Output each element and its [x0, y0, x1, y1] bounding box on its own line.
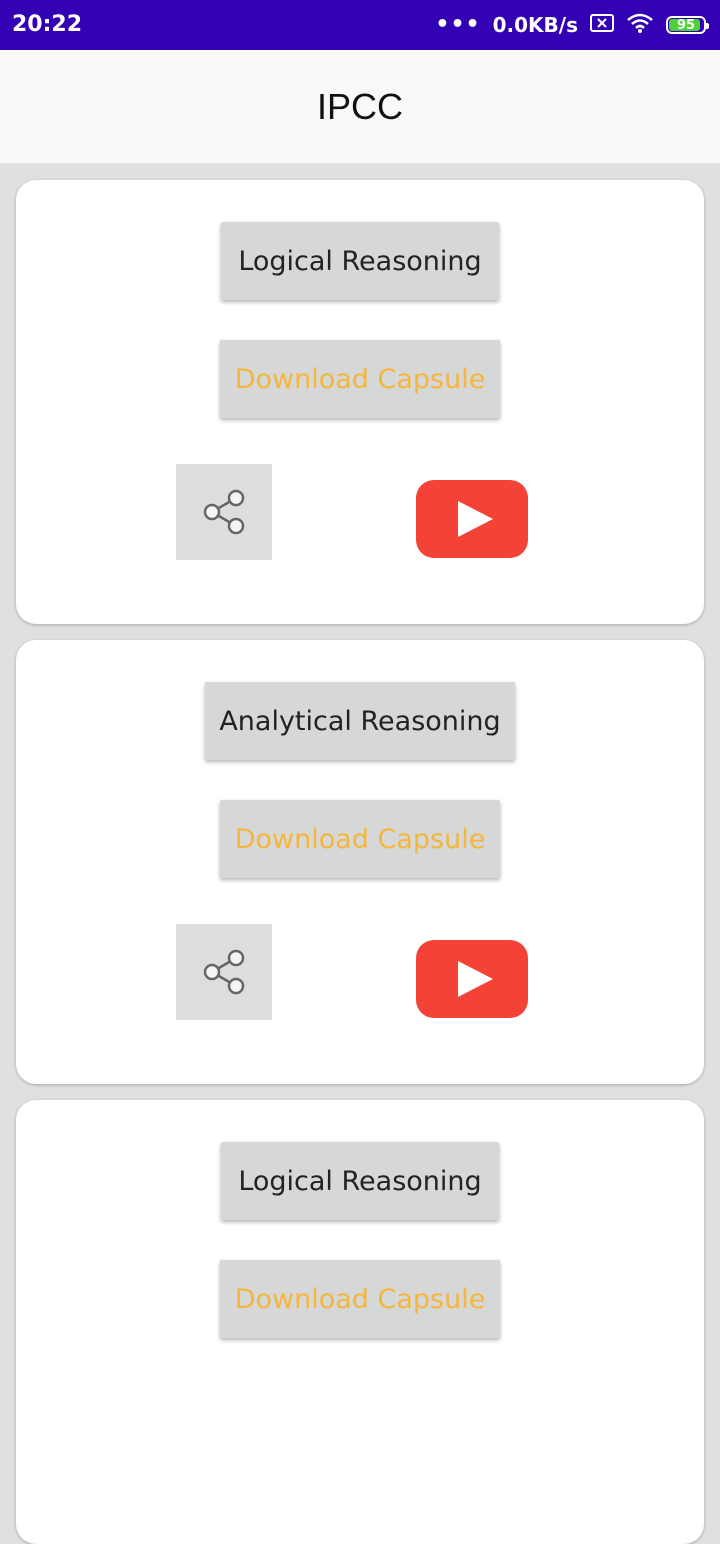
topic-card: Logical Reasoning Download Capsule	[16, 180, 704, 624]
status-icons: ••• 0.0KB/s 95	[435, 10, 709, 40]
status-time: 20:22	[12, 12, 83, 37]
download-capsule-button[interactable]: Download Capsule	[220, 800, 500, 878]
youtube-icon	[416, 480, 528, 558]
download-capsule-button[interactable]: Download Capsule	[220, 1260, 500, 1338]
youtube-play-button[interactable]	[416, 480, 528, 558]
share-button[interactable]	[176, 464, 272, 560]
topic-button[interactable]: Analytical Reasoning	[205, 682, 515, 760]
youtube-play-button[interactable]	[416, 940, 528, 1018]
topic-button[interactable]: Logical Reasoning	[221, 222, 499, 300]
no-sim-icon	[590, 13, 614, 37]
battery-level: 95	[676, 17, 696, 33]
network-speed: 0.0KB/s	[492, 13, 578, 37]
topic-card: Logical Reasoning Download Capsule	[16, 1100, 704, 1544]
status-bar: 20:22 ••• 0.0KB/s 95	[0, 0, 720, 50]
youtube-icon	[416, 940, 528, 1018]
more-notifications-icon: •••	[435, 12, 481, 37]
topic-card: Analytical Reasoning Download Capsule	[16, 640, 704, 1084]
app-bar: IPCC	[0, 50, 720, 163]
share-button[interactable]	[176, 924, 272, 1020]
topic-button[interactable]: Logical Reasoning	[221, 1142, 499, 1220]
download-capsule-button[interactable]: Download Capsule	[220, 340, 500, 418]
share-icon	[203, 489, 245, 535]
share-icon	[203, 949, 245, 995]
battery-icon: 95	[666, 16, 709, 34]
page-title: IPCC	[316, 85, 403, 127]
wifi-icon	[626, 12, 654, 38]
